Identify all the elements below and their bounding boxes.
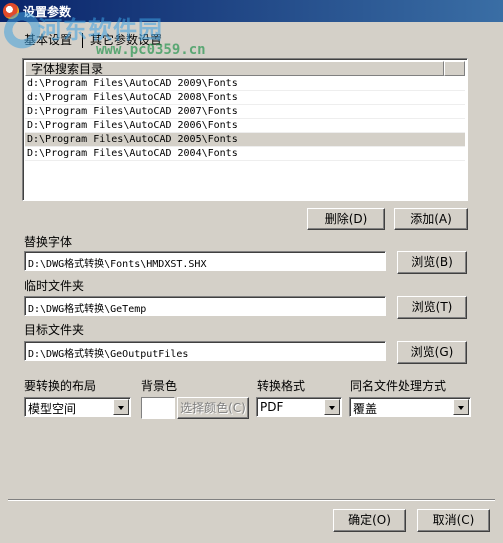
list-item[interactable]: D:\Program Files\AutoCAD 2007\Fonts bbox=[25, 105, 465, 119]
replace-font-label: 替换字体 bbox=[24, 235, 73, 249]
target-folder-label: 目标文件夹 bbox=[24, 323, 85, 337]
list-rows: d:\Program Files\AutoCAD 2009\Fonts d:\P… bbox=[25, 77, 465, 161]
delete-button[interactable]: 删除(D) bbox=[307, 208, 385, 230]
list-item[interactable]: d:\Program Files\AutoCAD 2008\Fonts bbox=[25, 91, 465, 105]
target-folder-input[interactable]: D:\DWG格式转换\GeOutputFiles bbox=[24, 341, 386, 361]
chevron-down-icon[interactable] bbox=[324, 399, 340, 415]
layout-select[interactable]: 模型空间 bbox=[24, 397, 131, 417]
tab-basic-settings[interactable]: 基本设置 bbox=[18, 30, 84, 50]
same-name-label: 同名文件处理方式 bbox=[350, 379, 447, 393]
ok-button[interactable]: 确定(O) bbox=[333, 509, 406, 532]
tab-separator bbox=[82, 33, 83, 48]
chevron-down-icon[interactable] bbox=[453, 399, 469, 415]
footer-divider bbox=[8, 499, 495, 501]
chevron-down-icon[interactable] bbox=[113, 399, 129, 415]
same-name-select[interactable]: 覆盖 bbox=[349, 397, 471, 417]
format-label: 转换格式 bbox=[257, 379, 306, 393]
choose-color-button[interactable]: 选择颜色(C) bbox=[177, 397, 249, 419]
background-color-swatch bbox=[141, 397, 175, 419]
app-icon bbox=[3, 3, 19, 19]
list-column-header[interactable]: 字体搜索目录 bbox=[25, 61, 444, 76]
list-column-header-extra[interactable] bbox=[444, 61, 465, 76]
title-bar[interactable]: 设置参数 bbox=[0, 0, 503, 22]
list-item[interactable]: D:\Program Files\AutoCAD 2004\Fonts bbox=[25, 147, 465, 161]
layout-select-value: 模型空间 bbox=[28, 402, 77, 416]
add-button[interactable]: 添加(A) bbox=[394, 208, 468, 230]
temp-folder-input[interactable]: D:\DWG格式转换\GeTemp bbox=[24, 296, 386, 316]
browse-target-button[interactable]: 浏览(G) bbox=[397, 341, 467, 364]
format-select[interactable]: PDF bbox=[256, 397, 342, 417]
browse-temp-button[interactable]: 浏览(T) bbox=[397, 296, 467, 319]
tab-other-settings[interactable]: 其它参数设置 bbox=[90, 30, 170, 50]
cancel-button[interactable]: 取消(C) bbox=[417, 509, 490, 532]
list-item[interactable]: d:\Program Files\AutoCAD 2009\Fonts bbox=[25, 77, 465, 91]
format-select-value: PDF bbox=[260, 400, 284, 414]
list-item[interactable]: D:\Program Files\AutoCAD 2006\Fonts bbox=[25, 119, 465, 133]
browse-font-button[interactable]: 浏览(B) bbox=[397, 251, 467, 274]
list-column-header-label: 字体搜索目录 bbox=[31, 62, 104, 76]
background-color-label: 背景色 bbox=[141, 379, 178, 393]
window-title: 设置参数 bbox=[23, 5, 72, 19]
layout-label: 要转换的布局 bbox=[24, 379, 97, 393]
temp-folder-label: 临时文件夹 bbox=[24, 279, 85, 293]
replace-font-input[interactable]: D:\DWG格式转换\Fonts\HMDXST.SHX bbox=[24, 251, 386, 271]
font-dir-list[interactable]: 字体搜索目录 d:\Program Files\AutoCAD 2009\Fon… bbox=[22, 58, 468, 201]
same-name-select-value: 覆盖 bbox=[353, 402, 378, 416]
list-item-selected[interactable]: D:\Program Files\AutoCAD 2005\Fonts bbox=[25, 133, 465, 147]
